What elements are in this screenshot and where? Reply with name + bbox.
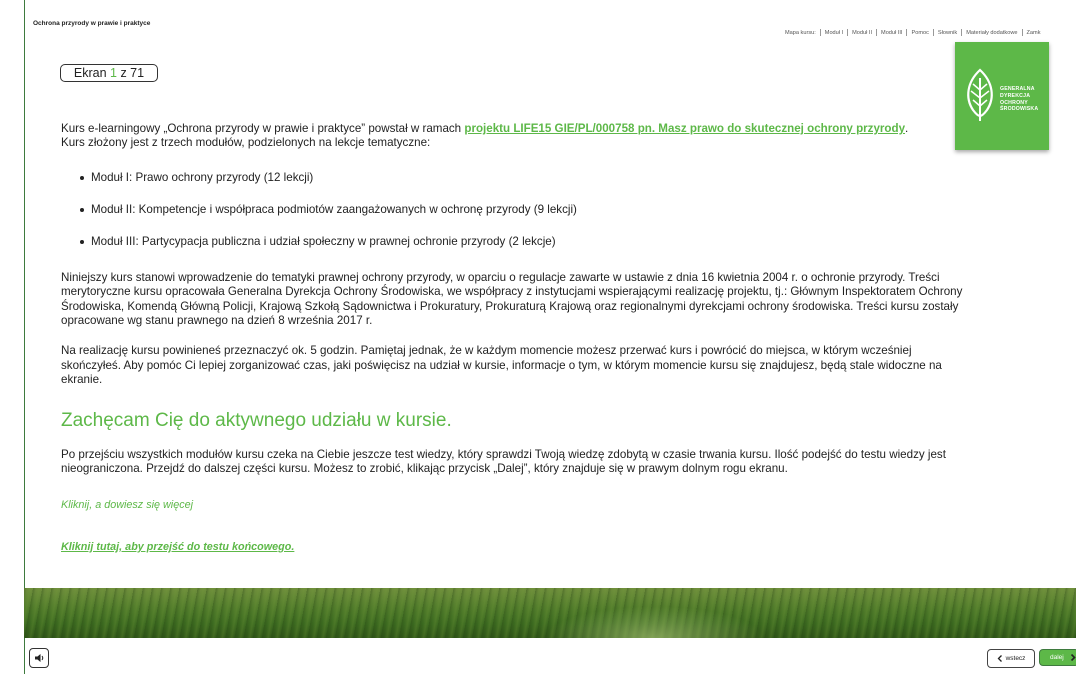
nav-module-1[interactable]: Moduł I: [825, 30, 843, 36]
time-info-paragraph: Na realizację kursu powinieneś przeznacz…: [61, 344, 942, 387]
nav-separator: [932, 29, 934, 36]
logo-line: GENERALNA: [1000, 86, 1035, 92]
more-info-link[interactable]: Kliknij, a dowiesz się więcej: [61, 498, 1021, 512]
next-button[interactable]: dalej: [1039, 649, 1076, 666]
project-link[interactable]: projektu LIFE15 GIE/PL/000758 pn. Masz p…: [464, 122, 905, 135]
logo-line: ŚRODOWISKA: [1000, 106, 1039, 113]
app-title: Ochrona przyrody w prawie i praktyce: [33, 20, 151, 27]
nav-course-map-label: Mapa kursu:: [785, 29, 816, 36]
nav-separator: [876, 29, 878, 36]
logo-line: DYREKCJA: [1000, 92, 1031, 99]
nav-close[interactable]: Zamk: [1027, 30, 1041, 36]
module-list-item: Moduł I: Prawo ochrony przyrody (12 lekc…: [61, 171, 1021, 185]
leaf-icon: [967, 68, 993, 121]
final-test-link[interactable]: Kliknij tutaj, aby przejść do testu końc…: [61, 540, 1021, 554]
back-button[interactable]: wstecz: [987, 649, 1035, 668]
nav-separator: [847, 29, 849, 36]
top-navigation: Mapa kursu: Moduł I Moduł II Moduł III P…: [785, 29, 1040, 36]
intro-text-before: Kurs e-learningowy „Ochrona przyrody w p…: [61, 122, 465, 135]
speaker-icon: [34, 654, 43, 662]
left-frame-line: [24, 0, 25, 674]
grass-path-highlight: [544, 606, 764, 638]
nav-glossary[interactable]: Słownik: [938, 30, 957, 36]
module-list-item: Moduł II: Kompetencje i współpraca podmi…: [61, 203, 1021, 217]
screen-counter: Ekran 1 z 71: [60, 64, 158, 82]
screen-counter-prefix: Ekran: [73, 66, 111, 80]
chevron-left-icon: [997, 655, 1002, 662]
course-description-paragraph: Niniejszy kurs stanowi wprowadzenie do t…: [61, 270, 963, 328]
nav-separator: [961, 29, 963, 36]
next-button-label: dalej: [1050, 654, 1064, 661]
intro-paragraph: Kurs e-learningowy „Ochrona przyrody w p…: [61, 122, 911, 151]
back-button-label: wstecz: [1005, 655, 1026, 662]
grass-banner-image: [24, 588, 1076, 638]
screen-counter-current: 1: [110, 66, 117, 80]
test-info-paragraph: Po przejściu wszystkich modułów kursu cz…: [61, 447, 946, 476]
nav-help[interactable]: Pomoc: [911, 30, 928, 36]
nav-separator: [1021, 29, 1023, 36]
screen-counter-suffix: z 71: [116, 66, 145, 80]
main-content: Kurs e-learningowy „Ochrona przyrody w p…: [61, 122, 1021, 554]
nav-separator: [906, 29, 908, 36]
chevron-right-icon: [1070, 654, 1076, 661]
nav-module-2[interactable]: Moduł II: [852, 30, 872, 36]
module-list-item: Moduł III: Partycypacja publiczna i udzi…: [61, 235, 1021, 249]
nav-additional-materials[interactable]: Materiały dodatkowe: [966, 30, 1017, 36]
nav-separator: [819, 29, 821, 36]
modules-list: Moduł I: Prawo ochrony przyrody (12 lekc…: [61, 171, 1021, 249]
logo-text: GENERALNA DYREKCJA OCHRONY ŚRODOWISKA: [1000, 86, 1038, 113]
sound-toggle-button[interactable]: [29, 648, 49, 668]
encouragement-headline: Zachęcam Cię do aktywnego udziału w kurs…: [61, 409, 452, 431]
nav-module-3[interactable]: Moduł III: [881, 30, 902, 36]
